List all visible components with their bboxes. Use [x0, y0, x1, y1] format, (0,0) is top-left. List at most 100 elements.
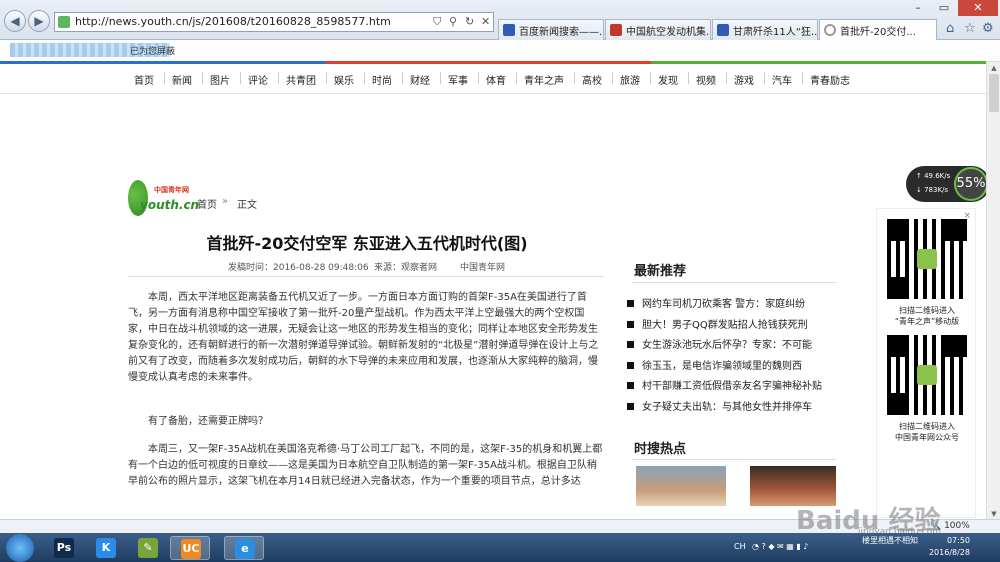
heading-divider: [632, 459, 836, 460]
site-favicon-icon: [58, 16, 70, 28]
hot-thumbnail[interactable]: [636, 466, 726, 506]
recommend-item[interactable]: 村干部赚工资低假借亲友名字骗神秘补贴: [627, 377, 822, 392]
tray-icons[interactable]: ◔ ? ◆ ✉ ▦ ▮ ♪: [752, 542, 808, 551]
ps-app[interactable]: Ps: [44, 536, 84, 560]
loading-icon: [824, 24, 836, 36]
tab-3[interactable]: 甘肃歼杀11人“狂...: [712, 19, 818, 40]
nav-separator: [440, 72, 441, 84]
tab-label: 百度新闻搜索——...: [519, 27, 604, 38]
nav-separator: [516, 72, 517, 84]
article-paragraph: 有了备胎，还需要正牌吗？: [148, 416, 268, 427]
nav-item[interactable]: 视频: [696, 72, 716, 87]
bullet-icon: [627, 382, 634, 389]
nav-separator: [650, 72, 651, 84]
recommend-heading: 最新推荐: [634, 264, 687, 279]
vertical-scrollbar[interactable]: ▲ ▼: [986, 62, 1000, 520]
nav-item[interactable]: 评论: [248, 72, 268, 87]
nav-item[interactable]: 娱乐: [334, 72, 354, 87]
screen: ◀ ▶ http://news.youth.cn/js/201608/t2016…: [0, 0, 1000, 562]
taskbar: Ps K ✎ UC e CH ◔ ? ◆ ✉ ▦ ▮ ♪ 楼里相遇不相知 07:50 2…: [0, 533, 1000, 562]
ie-app[interactable]: e: [224, 536, 264, 560]
article-source: 来源：观察者网: [374, 263, 438, 273]
recommend-text: 胆大！男子QQ群发贴招人抢钱获死刑: [642, 319, 808, 331]
recommend-text: 村干部赚工资低假借亲友名字骗神秘补贴: [642, 381, 822, 392]
nav-separator: [164, 72, 165, 84]
clock[interactable]: 07:50 2016/8/28: [910, 535, 970, 559]
qr-caption-line: 扫描二维码进入: [899, 306, 955, 315]
recommend-text: 徐玉玉，是电信诈骗领域里的魏则西: [642, 360, 802, 372]
breadcrumb-home[interactable]: 首页: [197, 196, 217, 211]
scroll-up-icon[interactable]: ▲: [987, 62, 1000, 74]
breadcrumb-separator: »: [222, 196, 229, 207]
download-speed-value: 783K/s: [924, 186, 949, 194]
nav-separator: [802, 72, 803, 84]
title-divider: [128, 276, 604, 277]
article-paragraph: 本周，西太平洋地区距离装备五代机又近了一步。一方面日本方面订购的首架F-35A在…: [128, 292, 599, 383]
forward-arrow-icon[interactable]: ▶: [28, 10, 50, 32]
net-speed-widget[interactable]: ↑ 49.6K/s ↓ 783K/s 55%: [906, 166, 990, 202]
nav-separator: [574, 72, 575, 84]
refresh-icon[interactable]: ↻: [465, 15, 474, 28]
qr-panel: × 扫描二维码进入 “青年之声”移动版 扫描二维码进入 中国青年网公众号: [876, 208, 976, 518]
nav-item[interactable]: 游戏: [734, 72, 754, 87]
heading-divider: [632, 282, 836, 283]
memory-percent: 55%: [954, 167, 988, 201]
tab-favicon-icon: [610, 24, 622, 36]
paint-app[interactable]: ✎: [128, 536, 168, 560]
nav-item[interactable]: 共青团: [286, 72, 316, 87]
favorites-bar: 已为您屏蔽: [0, 40, 1000, 62]
nav-item[interactable]: 时尚: [372, 72, 392, 87]
zoom-value: 100%: [944, 521, 970, 531]
gear-icon[interactable]: ⚙: [982, 21, 994, 36]
site-logo[interactable]: 中国青年网 youth.cn: [128, 180, 199, 216]
qr-code-wechat: [887, 335, 967, 415]
recommend-item[interactable]: 女生游泳池玩水后怀孕？专家：不可能: [627, 336, 812, 351]
nav-item[interactable]: 青年之声: [524, 72, 564, 87]
nav-item[interactable]: 高校: [582, 72, 602, 87]
bullet-icon: [627, 341, 634, 348]
hot-heading: 时搜热点: [634, 442, 687, 457]
nav-separator: [478, 72, 479, 84]
uc-app[interactable]: UC: [170, 536, 210, 560]
qr-caption-line: “青年之声”移动版: [894, 317, 960, 326]
input-lang[interactable]: CH: [734, 542, 746, 551]
nav-item[interactable]: 首页: [134, 72, 154, 87]
address-bar[interactable]: http://news.youth.cn/js/201608/t20160828…: [54, 12, 494, 32]
qr-caption-2: 扫描二维码进入 中国青年网公众号: [877, 421, 977, 443]
maximize-button[interactable]: ▭: [930, 0, 958, 16]
nav-item[interactable]: 财经: [410, 72, 430, 87]
nav-item[interactable]: 旅游: [620, 72, 640, 87]
tab-4-active[interactable]: 首批歼-20交付...: [819, 19, 937, 40]
home-icon[interactable]: ⌂: [946, 21, 954, 36]
close-window-button[interactable]: ✕: [958, 0, 998, 16]
nav-item[interactable]: 军事: [448, 72, 468, 87]
nav-item[interactable]: 图片: [210, 72, 230, 87]
nav-item[interactable]: 体育: [486, 72, 506, 87]
scroll-thumb[interactable]: [989, 74, 999, 112]
recommend-item[interactable]: 徐玉玉，是电信诈骗领域里的魏则西: [627, 357, 802, 372]
tab-1[interactable]: 百度新闻搜索——...: [498, 19, 604, 40]
nav-item[interactable]: 青春励志: [810, 72, 850, 87]
recommend-item[interactable]: 女子疑丈夫出轨：与其他女性并排停车: [627, 398, 812, 413]
nav-separator: [402, 72, 403, 84]
nav-separator: [240, 72, 241, 84]
nav-item[interactable]: 发现: [658, 72, 678, 87]
minimize-button[interactable]: –: [904, 0, 932, 16]
shield-icon[interactable]: ⛉: [433, 15, 441, 29]
close-icon[interactable]: ✕: [481, 15, 490, 28]
tab-favicon-icon: [717, 24, 729, 36]
nav-item[interactable]: 汽车: [772, 72, 792, 87]
favbar-text: 已为您屏蔽: [130, 47, 176, 57]
k-app[interactable]: K: [86, 536, 126, 560]
nav-item[interactable]: 新闻: [172, 72, 192, 87]
recommend-item[interactable]: 胆大！男子QQ群发贴招人抢钱获死刑: [627, 316, 808, 331]
search-icon[interactable]: ⚲: [449, 15, 457, 28]
tab-label: 甘肃歼杀11人“狂...: [733, 27, 818, 38]
tab-2[interactable]: 中国航空发动机集...: [605, 19, 711, 40]
favorites-star-icon[interactable]: ☆: [964, 21, 976, 36]
address-url[interactable]: http://news.youth.cn/js/201608/t20160828…: [75, 15, 391, 28]
start-button[interactable]: [6, 534, 34, 562]
back-arrow-icon[interactable]: ◀: [4, 10, 26, 32]
logo-en: youth.cn: [140, 198, 200, 212]
recommend-item[interactable]: 网约车司机刀砍乘客 警方：家庭纠纷: [627, 295, 805, 310]
